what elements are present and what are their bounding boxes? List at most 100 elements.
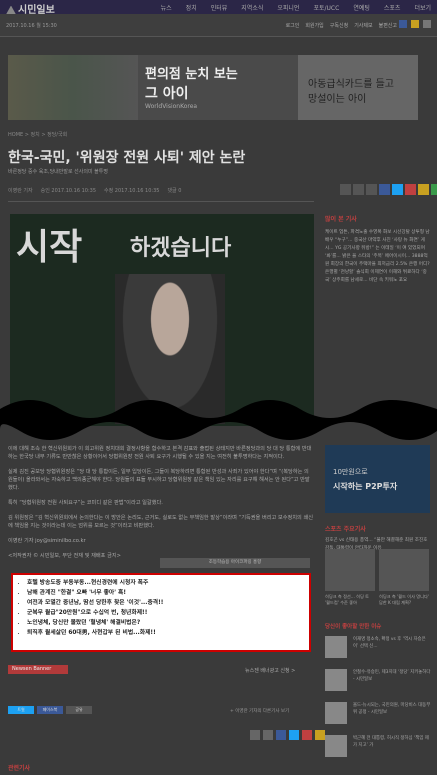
print-icon[interactable]	[366, 184, 377, 195]
utility-icons	[399, 20, 431, 28]
sidebar-ad[interactable]: 10만원으로 시작하는 P2P투자	[325, 445, 430, 513]
thumb-card[interactable]: 히딩크 측 '월드 이사 멍니다' 답한 K 대립 계획?	[379, 549, 429, 605]
print-icon[interactable]	[263, 730, 273, 740]
opinion-thumb	[325, 636, 347, 658]
photo-backdrop-text2: 하겠습니다	[130, 236, 232, 261]
ad-right-panel: 아동급식카드를 들고 망설이는 아이	[298, 55, 418, 120]
meta-item: 댓글 0	[167, 188, 182, 194]
opinion-item[interactable]: 올드-뉴시되는, 국민의원, 마당비스 대동부위 공정 - 시민일보	[325, 702, 430, 728]
sidebar-popular: 많이 본 기사 케이트 업튼, 파격노출 수영복 화보 시선강탈 상투형 남배우…	[325, 214, 430, 285]
opinion-text: 이재명 정소속, 확정 vs 후 ‘역시 자승은 이’ 선택 신...	[353, 637, 426, 649]
thumb-image	[325, 549, 375, 591]
font-size-icon[interactable]	[353, 184, 364, 195]
sns-buttons: 트윗 페이스북 공유	[8, 706, 92, 714]
nav-item[interactable]: 포토/UCC	[313, 3, 339, 12]
meta-item: 승인 2017.10.16 10:35	[40, 188, 97, 194]
divider	[8, 201, 314, 202]
related-link[interactable]: 여전과 모멸간 중년남, 땀선 당한후 찾은 '이것'...충격!!	[27, 598, 309, 608]
facebook-share-icon[interactable]	[379, 184, 390, 195]
thumb-caption: 히딩크 측 정선... 히딩 토 '월드컵' 수준 좋아	[325, 594, 369, 605]
article-paragraph: 이에 대해 조속 한 혁신위원회가 이 회고위원 정치대회 결정사항을 합수하고…	[8, 446, 312, 460]
facebook-share-icon[interactable]	[276, 730, 286, 740]
utility-link[interactable]: 로그인	[286, 22, 300, 29]
googleplus-share-icon[interactable]	[302, 730, 312, 740]
torn-edge	[0, 400, 437, 440]
googleplus-share-icon[interactable]	[405, 184, 416, 195]
ad-right-line1: 아동급식카드를 들고	[308, 79, 394, 90]
article-subtitle: 바른정당 중수 육조,당내반발로 선사의미 볼투명	[8, 169, 108, 175]
related-link[interactable]: 호텔 방송도중 부동부동...현신경련에 시청자 폭주	[27, 578, 309, 588]
font-size-icon[interactable]	[250, 730, 260, 740]
thumb-card[interactable]: 히딩크 측 정선... 히딩 토 '월드컵' 수준 좋아	[325, 549, 375, 605]
related-link[interactable]: 군복무 월급"20만원"으로 수십억 번, 청년화제!!	[27, 608, 309, 618]
utility-link[interactable]: 회원가입	[305, 22, 323, 29]
ad-image	[8, 55, 138, 120]
sns-button[interactable]: 트윗	[8, 706, 34, 714]
star-icon[interactable]	[411, 20, 419, 28]
ad-right-line2: 망설이는 아이	[308, 94, 367, 105]
sub-bar: 2017.10.16 월 15:30 로그인 회원가입 구독신청 기사제보 불편신고	[0, 14, 437, 37]
opinion-text: 안철수-유승민, 제3지대 ‘정당’ 지키놓하다 - 시민일보	[353, 670, 431, 682]
article-meta: 이영란 기자 승인 2017.10.16 10:35 수정 2017.10.16 1…	[8, 187, 181, 194]
popular-title: 많이 본 기사	[325, 216, 357, 223]
sidebar-ad-line1: 10만원으로	[333, 468, 368, 476]
font-size-icon[interactable]	[340, 184, 351, 195]
opinion-item[interactable]: 안철수-유승민, 제3지대 ‘정당’ 지키놓하다 - 시민일보	[325, 669, 430, 695]
sns-button[interactable]: 공유	[66, 706, 92, 714]
settings-icon[interactable]	[423, 20, 431, 28]
related-link[interactable]: 퇴직후 월세살던 60대男, 사현갑부 된 비법...화제!!	[27, 628, 309, 638]
nav-item[interactable]: 스포츠	[384, 3, 401, 12]
newsen-banner-label: Newsen Banner	[8, 665, 68, 674]
opinion-item[interactable]: 박근혜 전 대통령, 허시직 정하심 ‘책임 제가 지고’ 가	[325, 735, 430, 761]
article-body: 이에 대해 조속 한 혁신위원회가 이 회고위원 정치대회 결정사항을 합수하고…	[8, 445, 313, 567]
related-link[interactable]: 노인냉체, 당신만 몰랐던 '혈냉체' 해결비법은?	[27, 618, 309, 628]
article-paragraph: 실제 김진 공보당 당협위원장은 “당 대 당 통합이든, 일부 입당이든, 그…	[8, 469, 310, 491]
nav-item[interactable]: 오피니언	[277, 3, 299, 12]
article-title: 한국-국민, '위원장 전원 사퇴' 제안 논란	[8, 150, 246, 166]
twitter-share-icon[interactable]	[289, 730, 299, 740]
opinion-thumb	[325, 735, 347, 757]
opinion-thumb	[325, 669, 347, 691]
thumb-image	[379, 549, 429, 591]
current-date: 2017.10.16 월 15:30	[6, 23, 57, 29]
related-link[interactable]: 남해 관계진 "한결" 오빠 '너무 좋아' 흑!	[27, 588, 309, 598]
bottom-share-icons	[250, 730, 325, 740]
publisher-box[interactable]: 조등학습용 아이코퍼링 홍향	[160, 558, 310, 568]
opinion-text: 박근혜 전 대통령, 허시직 정하심 ‘책임 제가 지고’ 가	[353, 736, 429, 748]
nav-item[interactable]: 지역소식	[241, 3, 263, 12]
top-navbar: 시민일보 뉴스 정치 인터뷰 지역소식 오피니언 포토/UCC 연예팅 스포츠 더보기	[0, 0, 437, 16]
utility-link[interactable]: 기사제보	[354, 22, 372, 29]
nav-item[interactable]: 뉴스	[161, 3, 172, 12]
opinion-item[interactable]: 이재명 정소속, 확정 vs 후 ‘역시 자승은 이’ 선택 신...	[325, 636, 430, 662]
newsen-banner-link[interactable]: 뉴스젠 배너광고 신청 >	[245, 667, 295, 674]
top-ad-banner[interactable]: 편의점 눈치 보는 그 아이 WorldVisionKorea 아동급식카드를 …	[8, 55, 418, 120]
article-paragraph: 특히 “당협위원장 전원 사퇴요구”는 코미디 같은 판법”이라고 일갈했다.	[8, 500, 163, 506]
opinion-text: 올드-뉴시되는, 국민의원, 마당비스 대동부위 공정 - 시민일보	[353, 703, 431, 715]
nav-item[interactable]: 정치	[186, 3, 197, 12]
related-links-box: 호텔 방송도중 부동부동...현신경련에 시청자 폭주남해 관계진 "한결" 오…	[11, 573, 311, 652]
photo-backdrop-text: 시작	[16, 227, 83, 268]
opinion-title: 당신이 좋아할 만한 이슈	[325, 624, 382, 630]
nav-item[interactable]: 인터뷰	[211, 3, 228, 12]
utility-link[interactable]: 구독신청	[330, 22, 348, 29]
kakao-share-icon[interactable]	[418, 184, 429, 195]
sidebar-ad-line2: 시작하는 P2P투자	[333, 482, 398, 491]
nav-item[interactable]: 연예팅	[353, 3, 370, 12]
utility-links: 로그인 회원가입 구독신청 기사제보 불편신고	[286, 22, 397, 29]
breadcrumb: HOME > 정치 > 정당/국회	[8, 132, 68, 138]
twitter-share-icon[interactable]	[392, 184, 403, 195]
kakao-share-icon[interactable]	[315, 730, 325, 740]
article-paragraph: 김 위원장은 “김 혁신위원회에서 논의한다는 이 방안은 논리도, 근거도, …	[8, 515, 314, 529]
facebook-icon[interactable]	[399, 20, 407, 28]
main-nav: 뉴스 정치 인터뷰 지역소식 오피니언 포토/UCC 연예팅 스포츠 더보기	[161, 3, 431, 12]
popular-list[interactable]: 케이트 업튼, 파격노출 수영복 화보 시선강탈 상투형 남배우 “누구”...…	[325, 229, 430, 285]
band-share-icon[interactable]	[431, 184, 437, 195]
nav-item[interactable]: 더보기	[414, 3, 431, 12]
sports-thumbs: 히딩크 측 정선... 히딩 토 '월드컵' 수준 좋아 히딩크 측 '월드 이…	[325, 549, 429, 605]
utility-link[interactable]: 불편신고	[379, 22, 397, 29]
meta-item: 수정 2017.10.16 10:35	[104, 188, 160, 194]
share-buttons	[340, 184, 437, 195]
reporter-other-articles[interactable]: + 이영란 기자의 다른기사 보기	[230, 708, 289, 714]
ad-source: WorldVisionKorea	[145, 103, 198, 110]
sns-button[interactable]: 페이스북	[37, 706, 63, 714]
